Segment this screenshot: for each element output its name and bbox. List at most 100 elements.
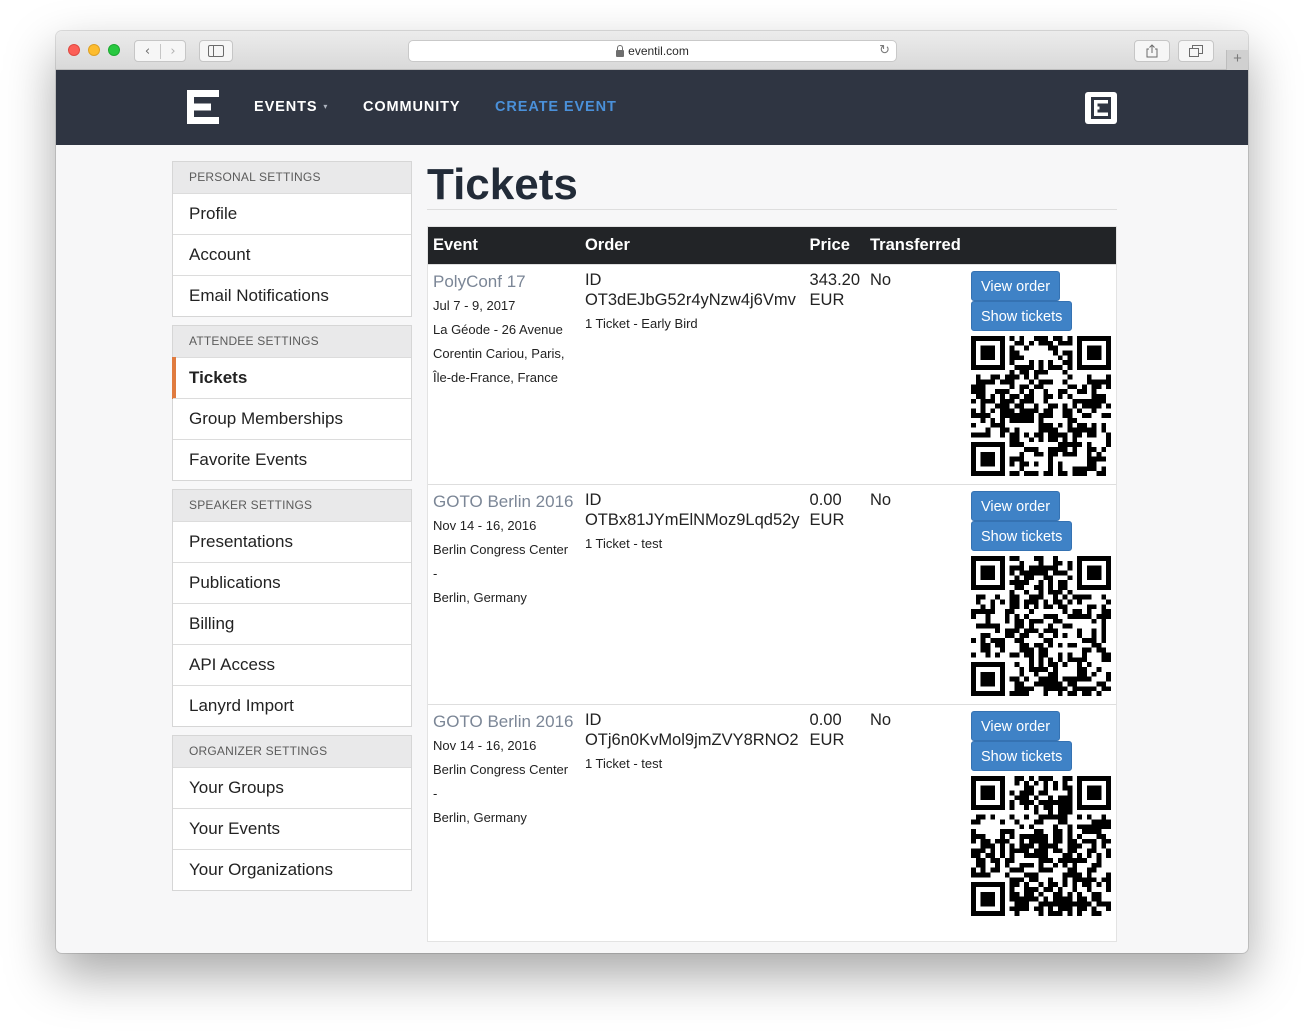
event-name-link[interactable]: GOTO Berlin 2016	[433, 712, 575, 732]
eventil-logo[interactable]	[187, 90, 219, 124]
address-bar[interactable]: eventil.com ↻	[408, 40, 897, 62]
chevron-down-icon: ▾	[323, 102, 329, 111]
table-row: GOTO Berlin 2016 Nov 14 - 16, 2016 Berli…	[428, 483, 1116, 704]
view-order-button[interactable]: View order	[970, 490, 1061, 521]
show-tickets-button[interactable]: Show tickets	[970, 300, 1073, 331]
sidebar-item-email-notifications[interactable]: Email Notifications	[173, 275, 411, 316]
transferred-value: No	[870, 270, 892, 289]
tabs-icon	[1189, 45, 1203, 57]
event-location-line: La Géode - 26 Avenue	[433, 321, 563, 337]
history-nav: ‹ ›	[134, 40, 186, 62]
event-location-line: Berlin Congress Center -	[433, 761, 569, 801]
event-location-line: Berlin, Germany	[433, 589, 527, 605]
organizer-settings-group: ORGANIZER SETTINGS Your Groups Your Even…	[172, 735, 412, 891]
price-currency: EUR	[809, 730, 845, 749]
sidebar-item-tickets[interactable]: Tickets	[172, 357, 411, 399]
event-location-line: Corentin Cariou, Paris,	[433, 345, 565, 361]
close-window-button[interactable]	[68, 44, 80, 56]
actions-cell: View order Show tickets	[965, 703, 1116, 940]
new-tab-button[interactable]: +	[1226, 50, 1248, 70]
event-date: Nov 14 - 16, 2016	[433, 517, 537, 533]
qr-code-icon	[970, 335, 1111, 476]
nav-create-event[interactable]: CREATE EVENT	[495, 99, 617, 115]
event-name-link[interactable]: PolyConf 17	[433, 272, 575, 292]
event-cell: PolyConf 17 Jul 7 - 9, 2017 La Géode - 2…	[428, 263, 580, 484]
table-header-row: Event Order Price Transferred	[428, 227, 1116, 264]
lock-icon	[616, 44, 625, 57]
nav-community[interactable]: COMMUNITY	[363, 99, 461, 115]
back-icon[interactable]: ‹	[135, 44, 160, 59]
reload-icon[interactable]: ↻	[879, 43, 890, 58]
personal-settings-group: PERSONAL SETTINGS Profile Account Email …	[172, 161, 412, 317]
transferred-value: No	[870, 710, 892, 729]
column-header-event: Event	[428, 227, 580, 264]
view-order-button[interactable]: View order	[970, 710, 1061, 741]
table-row: PolyConf 17 Jul 7 - 9, 2017 La Géode - 2…	[428, 263, 1116, 484]
browser-toolbar: ‹ › eventil.com ↻ +	[56, 31, 1248, 70]
sidebar-group-header: PERSONAL SETTINGS	[173, 162, 411, 193]
site-navbar: EVENTS ▾ COMMUNITY CREATE EVENT	[56, 70, 1248, 145]
share-button[interactable]	[1134, 40, 1170, 62]
sidebar-item-lanyrd-import[interactable]: Lanyrd Import	[173, 685, 411, 726]
sidebar-group-header: SPEAKER SETTINGS	[173, 490, 411, 521]
order-cell: ID OTj6n0KvMol9jmZVY8RNO2 1 Ticket - tes…	[579, 703, 805, 940]
column-header-transferred: Transferred	[865, 227, 966, 264]
event-location-line: Île-de-France, France	[433, 369, 558, 385]
order-cell: ID OT3dEJbG52r4yNzw4j6Vmv 1 Ticket - Ear…	[579, 263, 805, 484]
show-tickets-button[interactable]: Show tickets	[970, 740, 1073, 771]
transferred-cell: No	[865, 483, 966, 704]
sidebar-item-your-events[interactable]: Your Events	[173, 808, 411, 849]
event-location-line: Berlin Congress Center -	[433, 541, 569, 581]
price-currency: EUR	[809, 510, 845, 529]
ticket-description: 1 Ticket - test	[584, 755, 663, 771]
order-cell: ID OTBx81JYmElNMoz9Lqd52y 1 Ticket - tes…	[579, 483, 805, 704]
page-title: Tickets	[427, 160, 578, 209]
event-date: Jul 7 - 9, 2017	[433, 297, 516, 313]
table-row: GOTO Berlin 2016 Nov 14 - 16, 2016 Berli…	[428, 703, 1116, 940]
sidebar-item-group-memberships[interactable]: Group Memberships	[173, 398, 411, 439]
main-content: Tickets Event Order Price Transferred Po…	[427, 161, 1117, 942]
sidebar-item-profile[interactable]: Profile	[173, 193, 411, 234]
view-order-button[interactable]: View order	[970, 270, 1061, 301]
event-name-link[interactable]: GOTO Berlin 2016	[433, 492, 575, 512]
nav-events[interactable]: EVENTS ▾	[254, 99, 328, 115]
column-header-order: Order	[579, 227, 805, 264]
attendee-settings-group: ATTENDEE SETTINGS Tickets Group Membersh…	[172, 325, 412, 481]
minimize-window-button[interactable]	[88, 44, 100, 56]
transferred-cell: No	[865, 703, 966, 940]
sidebar-item-favorite-events[interactable]: Favorite Events	[173, 439, 411, 480]
sidebar-icon	[208, 45, 224, 57]
tickets-table-container: Event Order Price Transferred PolyConf 1…	[427, 226, 1117, 942]
transferred-cell: No	[865, 263, 966, 484]
forward-icon[interactable]: ›	[159, 43, 185, 59]
price-cell: 0.00 EUR	[804, 703, 866, 940]
user-avatar[interactable]	[1085, 92, 1117, 124]
price-cell: 343.20 EUR	[804, 263, 866, 484]
event-date: Nov 14 - 16, 2016	[433, 737, 537, 753]
order-id: OTj6n0KvMol9jmZVY8RNO2	[584, 730, 799, 749]
event-cell: GOTO Berlin 2016 Nov 14 - 16, 2016 Berli…	[428, 703, 580, 940]
column-header-actions	[965, 227, 1116, 264]
sidebar-item-account[interactable]: Account	[173, 234, 411, 275]
tickets-table: Event Order Price Transferred PolyConf 1…	[428, 227, 1116, 940]
zoom-window-button[interactable]	[108, 44, 120, 56]
sidebar-item-your-groups[interactable]: Your Groups	[173, 767, 411, 808]
column-header-price: Price	[804, 227, 866, 264]
sidebar-item-api-access[interactable]: API Access	[173, 644, 411, 685]
actions-cell: View order Show tickets	[965, 483, 1116, 704]
sidebar-group-header: ATTENDEE SETTINGS	[173, 326, 411, 357]
sidebar-item-billing[interactable]: Billing	[173, 603, 411, 644]
sidebar-item-your-organizations[interactable]: Your Organizations	[173, 849, 411, 890]
ticket-description: 1 Ticket - Early Bird	[584, 315, 698, 331]
browser-window: ‹ › eventil.com ↻ + EVENTS ▾ COMMUNITY C…	[56, 31, 1248, 953]
event-location-line: Berlin, Germany	[433, 809, 527, 825]
sidebar-item-publications[interactable]: Publications	[173, 562, 411, 603]
sidebar-toggle-button[interactable]	[199, 40, 233, 62]
qr-code-icon	[970, 555, 1111, 696]
sidebar-item-presentations[interactable]: Presentations	[173, 521, 411, 562]
url-text: eventil.com	[628, 44, 689, 58]
title-divider	[427, 209, 1117, 210]
show-tabs-button[interactable]	[1178, 40, 1214, 62]
order-id: OTBx81JYmElNMoz9Lqd52y	[584, 510, 800, 529]
show-tickets-button[interactable]: Show tickets	[970, 520, 1073, 551]
